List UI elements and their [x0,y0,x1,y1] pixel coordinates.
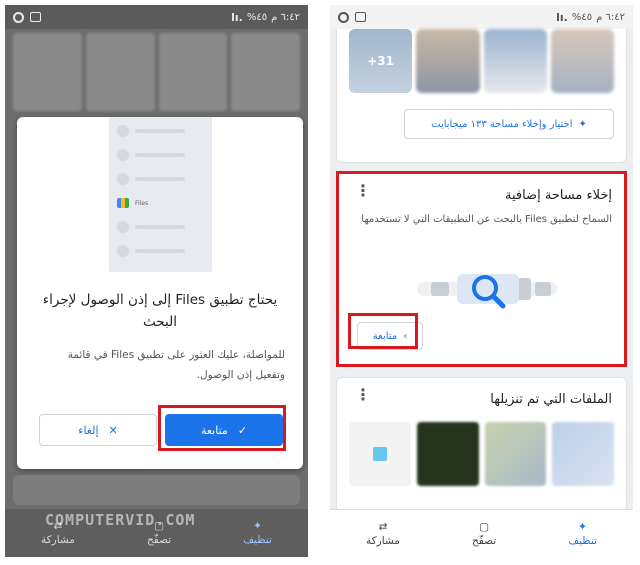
battery-text: %٤٥ [571,11,593,23]
card-title: إخلاء مساحة إضافية [504,188,612,203]
illustration-row [117,171,204,187]
image-icon [30,12,41,22]
thumbnail [158,33,228,111]
nav-clean-label: تنظيف [243,534,272,546]
continue-button[interactable]: متابعة ✓ [165,414,283,446]
left-phone-screen: lı. %٤٥ ٦:٤٢ م Files يحتاج تطبيق Files إ… [5,5,308,557]
file-thumbnail[interactable] [484,422,547,486]
more-options-icon[interactable]: ⋮ [355,183,371,199]
right-phone-screen: lı. %٤٥ ٦:٤٢ م +31 ✦ اختيار وإخلاء مساحة… [330,5,633,557]
dialog-message: للمواصلة، عليك العثور على تطبيق Files في… [67,349,285,381]
battery-text: %٤٥ [246,11,268,23]
swap-arrows-icon: ⇄ [378,520,388,533]
status-icons [13,11,41,23]
thumbnail [13,33,82,111]
nav-browse-label: تصفّح [147,534,172,546]
nav-browse-label: تصفّح [472,534,497,547]
downloads-card: الملفات التي تم تنزيلها ⋮ [336,377,627,517]
image-icon [355,12,366,22]
continue-label: متابعة [200,423,228,437]
file-thumbnail[interactable] [349,422,411,486]
app-list-illustration: Files [109,117,212,272]
thumbnail [231,33,300,111]
continue-button[interactable]: متابعة ‹ [357,322,423,350]
status-bar: lı. %٤٥ ٦:٤٢ م [330,5,633,29]
files-app-label: Files [135,199,149,207]
files-app-icon [117,198,129,208]
circle-icon [338,11,349,23]
more-photos-thumbnail[interactable]: +31 [349,29,413,93]
illustration-row [117,219,204,235]
photo-thumbnails: +31 [349,29,614,93]
file-thumbnail[interactable] [552,422,614,486]
cancel-label: إلغاء [78,423,99,437]
free-space-card: إخلاء مساحة إضافية ⋮ السماح لتطبيق Files… [336,171,627,367]
photo-thumbnail[interactable] [416,29,480,93]
screenshot-composite: lı. %٤٥ ٦:٤٢ م Files يحتاج تطبيق Files إ… [0,0,640,565]
browse-icon: ▢ [479,520,490,533]
check-icon: ✓ [237,423,248,437]
file-thumbnail[interactable] [416,422,479,486]
nav-share[interactable]: ⇄ مشاركة [366,521,400,547]
signal-icon: lı. [231,10,243,24]
nav-share-label: مشاركة [41,534,75,546]
photo-thumbnail[interactable] [483,29,547,93]
photo-thumbnail[interactable] [550,29,614,93]
nav-browse[interactable]: ▢ تصفّح [472,521,496,547]
illustration-row [117,147,204,163]
cancel-button[interactable]: إلغاء ✕ [39,414,157,446]
continue-label: متابعة [372,330,398,342]
illustration-row [117,243,204,259]
signal-icon: lı. [556,10,568,24]
illustration-row [117,123,204,139]
nav-share-label: مشاركة [366,534,400,547]
thumbnail [85,33,155,111]
nav-clean[interactable]: ✦ تنظيف [568,521,597,547]
status-info: lı. %٤٥ ٦:٤٢ م [556,11,625,24]
sparkle-icon: ✦ [253,520,262,532]
permission-dialog: Files يحتاج تطبيق Files إلى إذن الوصول ل… [17,117,303,469]
close-icon: ✕ [108,423,118,437]
card-title: الملفات التي تم تنزيلها [490,392,612,407]
photos-card: +31 ✦ اختيار وإخلاء مساحة ١٣٣ ميجابايت [336,29,627,163]
nav-clean[interactable]: ✦ تنظيف [243,520,272,546]
select-and-free-button[interactable]: ✦ اختيار وإخلاء مساحة ١٣٣ ميجابايت [404,109,614,139]
file-icon [372,447,387,461]
status-icons [338,11,366,23]
chevron-left-icon: ‹ [403,330,408,342]
clock-text: ٦:٤٢ م [271,11,300,23]
dimmed-card [13,475,300,505]
bottom-navigation: ⇄ مشاركة ▢ تصفّح ✦ تنظيف [330,509,633,557]
card-description: السماح لتطبيق Files بالبحث عن التطبيقات … [361,214,612,225]
nav-clean-label: تنظيف [568,534,597,547]
more-options-icon[interactable]: ⋮ [355,387,371,403]
status-info: lı. %٤٥ ٦:٤٢ م [231,11,300,24]
status-bar: lı. %٤٥ ٦:٤٢ م [5,5,308,29]
illustration-row-files: Files [117,195,204,211]
search-apps-illustration [417,274,557,309]
sparkle-icon: ✦ [578,520,587,533]
sparkle-icon: ✦ [578,118,587,130]
dialog-title: يحتاج تطبيق Files إلى إذن الوصول لإجراء … [42,292,278,330]
circle-icon [13,11,24,23]
more-count: +31 [367,54,394,68]
select-and-free-label: اختيار وإخلاء مساحة ١٣٣ ميجابايت [431,118,573,130]
dimmed-photo-thumbnails [5,33,308,111]
clock-text: ٦:٤٢ م [596,11,625,23]
watermark: COMPUTERVID.COM [45,511,196,529]
downloaded-files-thumbnails [349,422,614,486]
